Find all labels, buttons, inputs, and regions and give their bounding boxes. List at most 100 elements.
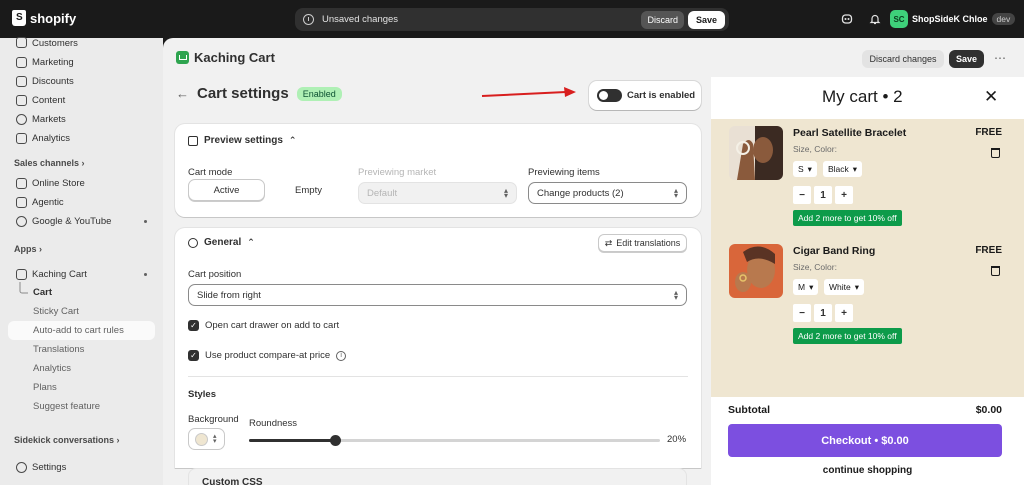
sidebar-item-customers[interactable]: Customers [0,37,163,49]
size-select[interactable]: M ▾ [793,279,819,295]
app-save-button[interactable]: Save [949,50,984,68]
discard-changes-button[interactable]: Discard changes [862,50,944,68]
quantity-value[interactable]: 1 [814,304,832,322]
avatar: SC [890,10,908,28]
checkbox-checked-icon: ✓ [188,320,199,331]
info-icon[interactable]: i [336,350,347,361]
chevron-up-icon: ⌃ [247,237,255,247]
sidebar-subitem-suggest-feature[interactable]: Suggest feature [33,401,100,412]
more-dot-icon [144,220,147,223]
sidebar-subitem-plans[interactable]: Plans [33,382,57,393]
increment-button[interactable]: + [835,304,853,322]
sidebar-item-google-youtube[interactable]: Google & YouTube [0,215,163,227]
compare-price-checkbox[interactable]: ✓ Use product compare-at price i [188,350,347,361]
store-menu[interactable]: SC ShopSideK Chloe dev [890,10,1016,28]
checkbox-checked-icon: ✓ [188,350,199,361]
save-button[interactable]: Save [687,10,725,29]
back-arrow-icon[interactable]: ← [176,86,189,101]
color-select[interactable]: Black ▾ [823,161,863,177]
continue-shopping-link[interactable]: continue shopping [711,465,1024,476]
toggle-switch[interactable] [597,89,622,102]
discounts-icon [16,76,27,87]
sidebar: Customers Marketing Discounts Content Ma… [0,37,163,485]
chevron-up-icon: ⌃ [288,135,297,145]
sidebar-item-agentic[interactable]: Agentic [0,196,163,208]
custom-css-label: Custom CSS [202,477,263,485]
quantity-value[interactable]: 1 [814,186,832,204]
kaching-app-icon [176,51,189,64]
env-badge: dev [991,13,1016,25]
sidebar-item-online-store[interactable]: Online Store [0,177,163,189]
cart-mode-label: Cart mode [188,167,233,178]
background-color-picker[interactable]: ▴ ▾ [188,428,225,450]
caret-down-icon: ▾ [854,281,860,292]
sidekick-conversations-heading[interactable]: Sidekick conversations › [14,435,120,445]
preview-settings-icon [188,135,198,146]
cart-enabled-toggle[interactable]: Cart is enabled [589,81,701,110]
trash-icon[interactable] [991,266,1000,276]
apps-label: Apps [14,244,37,254]
caret-down-icon: ▾ [807,163,812,174]
sidebar-item-analytics[interactable]: Analytics [0,132,163,144]
cart-position-select[interactable]: Slide from right ▴ ▾ [188,284,687,306]
sidebar-item-kaching-cart[interactable]: Kaching Cart [0,268,163,280]
decrement-button[interactable]: − [793,304,811,322]
red-arrow-annotation [481,87,576,97]
sidekick-icon[interactable] [840,12,854,26]
general-header[interactable]: General ⌃ [188,237,255,248]
sidebar-item-discounts[interactable]: Discounts [0,75,163,87]
trash-icon[interactable] [991,148,1000,158]
preview-settings-header[interactable]: Preview settings ⌃ [188,135,296,146]
sidebar-subitem-sticky-cart[interactable]: Sticky Cart [33,306,79,317]
previewing-items-value: Change products (2) [537,187,624,199]
sidebar-item-content[interactable]: Content [0,94,163,106]
increment-button[interactable]: + [835,186,853,204]
color-swatch [195,432,208,446]
size-select[interactable]: S ▾ [793,161,817,177]
bell-icon[interactable] [868,12,882,26]
page-header: ← Cart settings Enabled [176,85,342,102]
sidebar-subitem-cart[interactable]: Cart [33,287,52,298]
color-select[interactable]: White ▾ [824,279,865,295]
apps-heading[interactable]: Apps › [14,244,42,254]
marketing-icon [16,57,27,68]
item-variant-label: Size, Color: [793,262,837,272]
status-badge: Enabled [296,86,342,101]
promo-badge: Add 2 more to get 10% off [793,210,902,226]
roundness-slider[interactable] [249,435,660,446]
sales-channels-heading[interactable]: Sales channels › [14,158,85,168]
unsaved-text: Unsaved changes [322,14,399,25]
previewing-market-value: Default [367,187,398,199]
sidebar-subitem-analytics[interactable]: Analytics [33,363,71,374]
sidebar-item-label: Discounts [32,76,74,87]
app-title: Kaching Cart [194,50,275,65]
shopify-logo[interactable]: shopify [12,10,76,26]
roundness-label: Roundness [249,418,298,429]
open-drawer-checkbox[interactable]: ✓ Open cart drawer on add to cart [188,320,339,331]
mode-empty-button[interactable]: Empty [271,179,346,201]
sidebar-subitem-translations[interactable]: Translations [33,344,84,355]
page-title: Cart settings [197,85,289,102]
cart-position-value: Slide from right [197,289,261,301]
gear-icon [16,462,27,473]
discard-button[interactable]: Discard [641,10,684,29]
sidebar-item-settings[interactable]: Settings [0,461,163,473]
more-actions-icon[interactable]: ⋯ [994,51,1006,65]
close-icon[interactable]: ✕ [984,87,998,107]
sidebar-subitem-auto-add[interactable]: Auto-add to cart rules [33,325,124,336]
custom-css-section[interactable]: Custom CSS [188,468,687,485]
brand-name: shopify [30,10,77,26]
mode-active-button[interactable]: Active [188,179,265,201]
general-card: General ⌃ ⇄ Edit translations Cart posit… [175,228,701,485]
sidebar-item-marketing[interactable]: Marketing [0,56,163,68]
sidebar-item-markets[interactable]: Markets [0,113,163,125]
edit-translations-button[interactable]: ⇄ Edit translations [598,234,687,252]
sidebar-item-label: Customers [32,38,78,49]
sidebar-item-label: Online Store [32,178,85,189]
previewing-items-select[interactable]: Change products (2) ▴ ▾ [528,182,687,204]
decrement-button[interactable]: − [793,186,811,204]
tree-branch-icon [19,282,28,294]
compare-price-label: Use product compare-at price [205,350,331,361]
color-value: White [829,282,851,292]
checkout-button[interactable]: Checkout • $0.00 [728,424,1002,457]
